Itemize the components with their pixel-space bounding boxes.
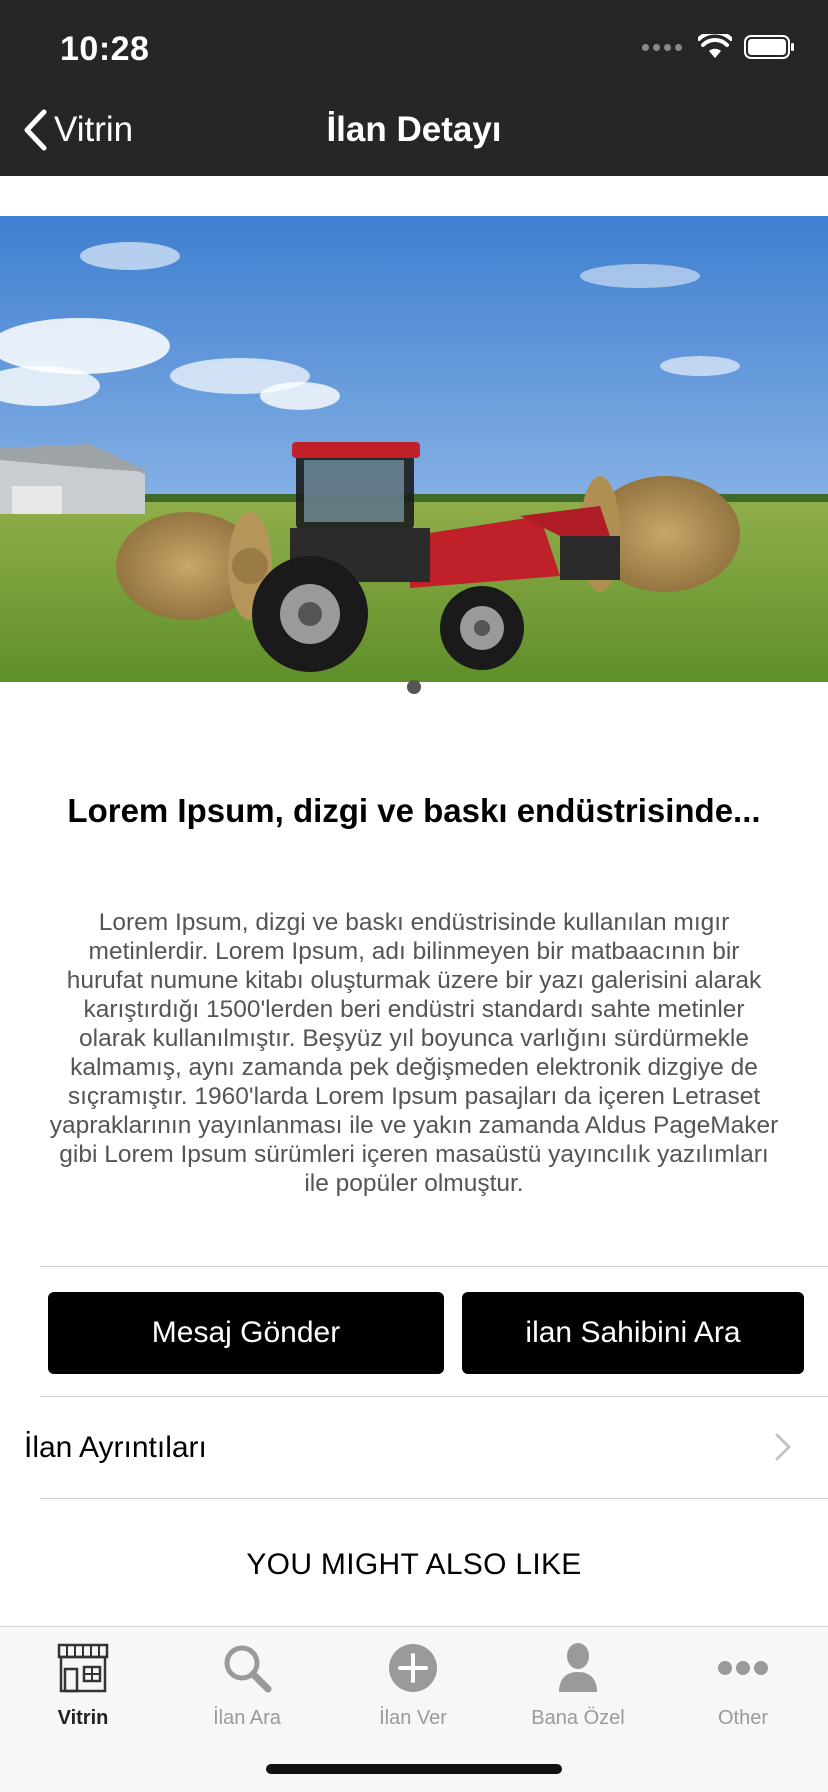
tab-vitrin[interactable]: Vitrin: [8, 1639, 158, 1730]
tab-label: İlan Ver: [379, 1707, 447, 1729]
more-icon: [718, 1661, 768, 1675]
tab-other[interactable]: Other: [668, 1639, 818, 1730]
navigation-bar: Vitrin İlan Detayı: [0, 88, 828, 176]
listing-photo[interactable]: [0, 216, 828, 682]
tractor-photo: [0, 216, 828, 682]
status-bar: 10:28: [0, 0, 828, 88]
listing-details-label: İlan Ayrıntıları: [24, 1431, 207, 1464]
page-title: İlan Detayı: [326, 110, 502, 149]
divider: [40, 1498, 828, 1499]
status-icons: [642, 34, 796, 60]
tab-ilan-ver[interactable]: İlan Ver: [338, 1639, 488, 1730]
divider: [40, 1396, 828, 1397]
wifi-icon: [698, 34, 732, 58]
page-indicator-dot[interactable]: [407, 680, 421, 694]
cellular-signal-icon: [642, 43, 682, 51]
search-icon: [224, 1645, 272, 1693]
tab-label: İlan Ara: [213, 1707, 281, 1729]
tab-ilan-ara[interactable]: İlan Ara: [172, 1639, 322, 1730]
person-icon: [559, 1643, 597, 1692]
tab-label: Vitrin: [57, 1707, 109, 1729]
chevron-right-icon: [775, 1433, 791, 1461]
storefront-icon: [57, 1643, 109, 1693]
battery-icon: [744, 35, 794, 59]
you-might-also-like-heading: YOU MIGHT ALSO LIKE: [246, 1548, 582, 1581]
listing-title: Lorem Ipsum, dizgi ve baskı endüstrisind…: [67, 792, 761, 829]
tab-bana-ozel[interactable]: Bana Özel: [503, 1639, 653, 1730]
divider: [40, 1266, 828, 1267]
call-owner-button[interactable]: ilan Sahibini Ara: [462, 1292, 804, 1374]
send-message-button[interactable]: Mesaj Gönder: [48, 1292, 444, 1374]
tab-label: Bana Özel: [531, 1707, 625, 1729]
listing-details-row[interactable]: İlan Ayrıntıları: [0, 1398, 828, 1498]
home-indicator[interactable]: [266, 1764, 562, 1774]
plus-circle-icon: [389, 1644, 437, 1692]
status-time: 10:28: [60, 30, 150, 68]
tab-label: Other: [717, 1707, 769, 1729]
listing-description: Lorem Ipsum, dizgi ve baskı endüstrisind…: [49, 909, 779, 1197]
